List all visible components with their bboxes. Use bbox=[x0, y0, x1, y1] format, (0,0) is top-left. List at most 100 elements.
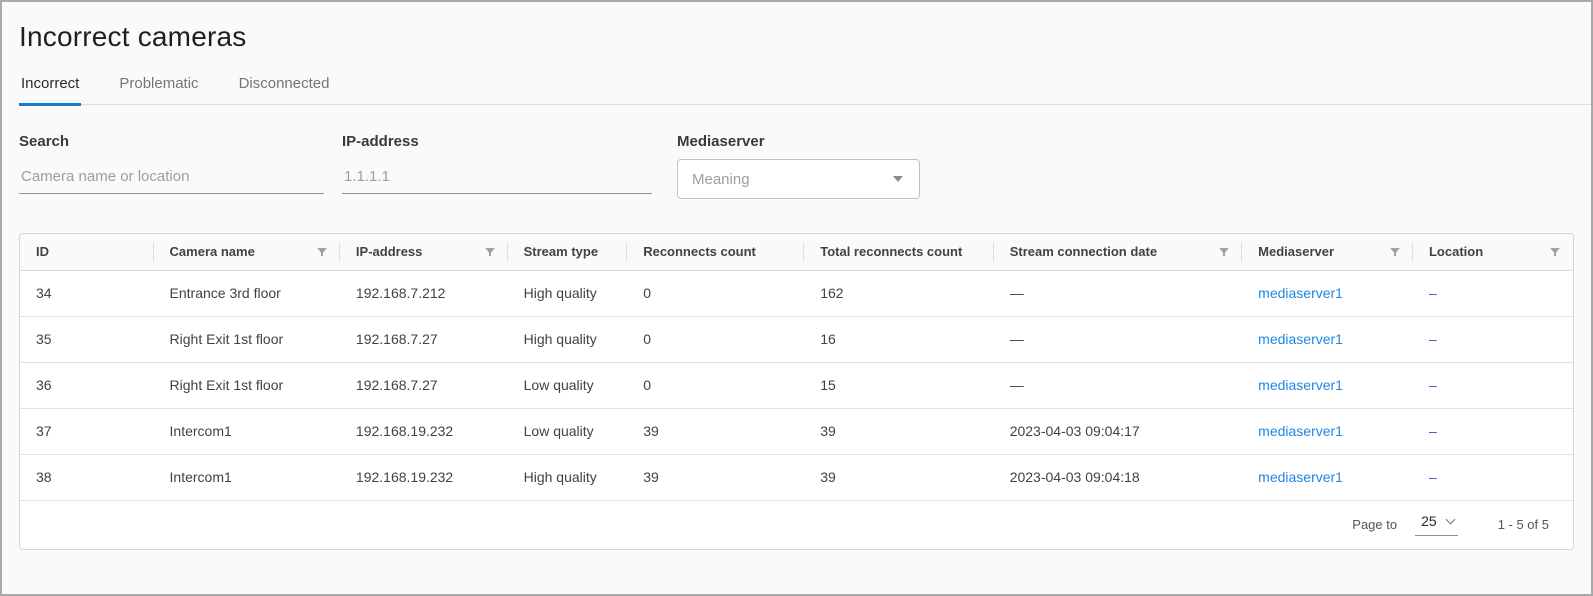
filter-icon[interactable] bbox=[484, 246, 496, 258]
cell-stream_connection_date: — bbox=[994, 316, 1242, 362]
column-header-camera_name: Camera name bbox=[154, 234, 340, 270]
location-link[interactable]: – bbox=[1429, 285, 1437, 301]
table-row: 35Right Exit 1st floor192.168.7.27High q… bbox=[20, 316, 1573, 362]
cell-ip_address: 192.168.19.232 bbox=[340, 454, 508, 500]
filter-icon[interactable] bbox=[1218, 246, 1230, 258]
caret-down-icon bbox=[893, 176, 903, 182]
ip-address-field-group: IP-address bbox=[342, 133, 652, 194]
search-label: Search bbox=[19, 133, 324, 150]
column-header-reconnects_count: Reconnects count bbox=[627, 234, 804, 270]
filter-icon[interactable] bbox=[316, 246, 328, 258]
filter-bar: Search IP-address Mediaserver Meaning bbox=[19, 133, 1591, 199]
cell-total_reconnects_count: 162 bbox=[804, 270, 993, 316]
mediaserver-link[interactable]: mediaserver1 bbox=[1258, 423, 1343, 439]
cell-camera_name: Right Exit 1st floor bbox=[154, 316, 340, 362]
table-row: 37Intercom1192.168.19.232Low quality3939… bbox=[20, 408, 1573, 454]
cell-reconnects_count: 0 bbox=[627, 270, 804, 316]
cell-ip_address: 192.168.19.232 bbox=[340, 408, 508, 454]
cell-stream_connection_date: 2023-04-03 09:04:17 bbox=[994, 408, 1242, 454]
filter-icon[interactable] bbox=[1549, 246, 1561, 258]
cell-location: – bbox=[1413, 408, 1573, 454]
mediaserver-link[interactable]: mediaserver1 bbox=[1258, 331, 1343, 347]
column-label: Location bbox=[1429, 244, 1483, 259]
cell-id: 35 bbox=[20, 316, 154, 362]
tab-bar: Incorrect Problematic Disconnected bbox=[19, 67, 1591, 105]
search-input[interactable] bbox=[19, 166, 324, 194]
cell-camera_name: Intercom1 bbox=[154, 408, 340, 454]
table-row: 38Intercom1192.168.19.232High quality393… bbox=[20, 454, 1573, 500]
cell-camera_name: Entrance 3rd floor bbox=[154, 270, 340, 316]
column-header-total_reconnects_count: Total reconnects count bbox=[804, 234, 993, 270]
cell-total_reconnects_count: 16 bbox=[804, 316, 993, 362]
search-field-group: Search bbox=[19, 133, 324, 194]
location-link[interactable]: – bbox=[1429, 469, 1437, 485]
tab-incorrect[interactable]: Incorrect bbox=[19, 67, 81, 106]
cell-id: 36 bbox=[20, 362, 154, 408]
cell-stream_connection_date: — bbox=[994, 362, 1242, 408]
cell-id: 34 bbox=[20, 270, 154, 316]
cell-total_reconnects_count: 15 bbox=[804, 362, 993, 408]
cell-mediaserver: mediaserver1 bbox=[1242, 316, 1413, 362]
mediaserver-field-group: Mediaserver Meaning bbox=[677, 133, 920, 199]
tab-disconnected[interactable]: Disconnected bbox=[237, 67, 332, 104]
column-label: Total reconnects count bbox=[820, 244, 962, 259]
mediaserver-link[interactable]: mediaserver1 bbox=[1258, 377, 1343, 393]
column-header-location: Location bbox=[1413, 234, 1573, 270]
cell-stream_type: Low quality bbox=[508, 408, 628, 454]
cameras-table-card: IDCamera nameIP-addressStream typeReconn… bbox=[19, 233, 1574, 550]
cell-stream_type: Low quality bbox=[508, 362, 628, 408]
pagination-bar: Page to 25 1 - 5 of 5 bbox=[20, 501, 1573, 549]
column-header-stream_type: Stream type bbox=[508, 234, 628, 270]
cell-reconnects_count: 39 bbox=[627, 408, 804, 454]
cell-reconnects_count: 0 bbox=[627, 362, 804, 408]
location-link[interactable]: – bbox=[1429, 331, 1437, 347]
mediaserver-label: Mediaserver bbox=[677, 133, 920, 150]
filter-icon[interactable] bbox=[1389, 246, 1401, 258]
cell-id: 37 bbox=[20, 408, 154, 454]
column-label: Mediaserver bbox=[1258, 244, 1334, 259]
cell-total_reconnects_count: 39 bbox=[804, 408, 993, 454]
cell-camera_name: Right Exit 1st floor bbox=[154, 362, 340, 408]
cell-ip_address: 192.168.7.27 bbox=[340, 316, 508, 362]
table-header-row: IDCamera nameIP-addressStream typeReconn… bbox=[20, 234, 1573, 270]
cell-ip_address: 192.168.7.27 bbox=[340, 362, 508, 408]
cell-ip_address: 192.168.7.212 bbox=[340, 270, 508, 316]
column-header-id: ID bbox=[20, 234, 154, 270]
table-row: 36Right Exit 1st floor192.168.7.27Low qu… bbox=[20, 362, 1573, 408]
cell-stream_type: High quality bbox=[508, 316, 628, 362]
mediaserver-select[interactable]: Meaning bbox=[677, 159, 920, 199]
column-label: ID bbox=[36, 244, 49, 259]
chevron-down-icon bbox=[1445, 514, 1455, 524]
cell-mediaserver: mediaserver1 bbox=[1242, 270, 1413, 316]
column-label: Stream type bbox=[524, 244, 598, 259]
column-label: Camera name bbox=[170, 244, 255, 259]
column-header-mediaserver: Mediaserver bbox=[1242, 234, 1413, 270]
column-label: Reconnects count bbox=[643, 244, 756, 259]
incorrect-cameras-page: Incorrect cameras Incorrect Problematic … bbox=[2, 2, 1591, 550]
cell-location: – bbox=[1413, 270, 1573, 316]
mediaserver-link[interactable]: mediaserver1 bbox=[1258, 469, 1343, 485]
mediaserver-link[interactable]: mediaserver1 bbox=[1258, 285, 1343, 301]
cell-location: – bbox=[1413, 362, 1573, 408]
cell-stream_connection_date: — bbox=[994, 270, 1242, 316]
table-row: 34Entrance 3rd floor192.168.7.212High qu… bbox=[20, 270, 1573, 316]
tab-problematic[interactable]: Problematic bbox=[117, 67, 200, 104]
cell-mediaserver: mediaserver1 bbox=[1242, 362, 1413, 408]
cell-stream_type: High quality bbox=[508, 270, 628, 316]
page-size-select[interactable]: 25 bbox=[1415, 513, 1458, 536]
mediaserver-select-placeholder: Meaning bbox=[692, 171, 750, 188]
ip-address-input[interactable] bbox=[342, 166, 652, 194]
cameras-table: IDCamera nameIP-addressStream typeReconn… bbox=[20, 234, 1573, 501]
range-label: 1 - 5 of 5 bbox=[1498, 517, 1549, 532]
cell-stream_connection_date: 2023-04-03 09:04:18 bbox=[994, 454, 1242, 500]
cell-stream_type: High quality bbox=[508, 454, 628, 500]
column-header-stream_connection_date: Stream connection date bbox=[994, 234, 1242, 270]
cell-location: – bbox=[1413, 454, 1573, 500]
cell-reconnects_count: 0 bbox=[627, 316, 804, 362]
cell-location: – bbox=[1413, 316, 1573, 362]
location-link[interactable]: – bbox=[1429, 377, 1437, 393]
page-title: Incorrect cameras bbox=[2, 2, 1591, 57]
location-link[interactable]: – bbox=[1429, 423, 1437, 439]
cell-camera_name: Intercom1 bbox=[154, 454, 340, 500]
cell-mediaserver: mediaserver1 bbox=[1242, 454, 1413, 500]
